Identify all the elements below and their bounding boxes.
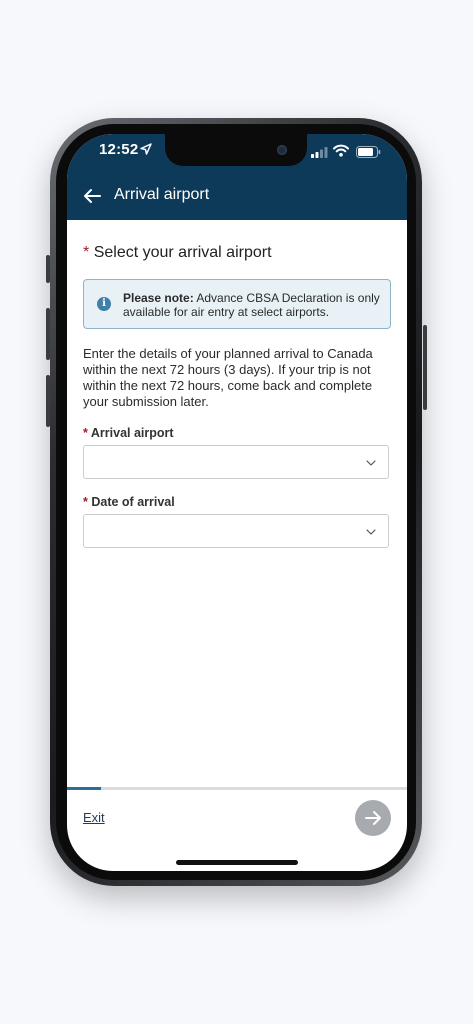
date-of-arrival-select[interactable] [83,514,389,548]
page-header-title: Arrival airport [114,186,210,203]
date-of-arrival-label-text: Date of arrival [91,495,175,509]
arrival-airport-label: * Arrival airport [83,426,174,440]
battery-icon [356,146,381,158]
note-box: i Please note: Advance CBSA Declaration … [83,279,391,329]
front-camera [277,145,287,155]
chevron-down-icon [366,460,376,466]
next-button[interactable] [355,800,391,836]
arrow-right-icon [365,811,381,825]
location-arrow-icon [140,143,152,155]
wifi-icon [333,144,349,157]
top-bar: 12:52 Arrival airport [67,134,407,220]
app-screen: 12:52 Arrival airport * Select your arri… [67,134,407,871]
note-label: Please note: [123,291,194,305]
progress-fill [67,787,101,790]
progress-bar [67,787,407,790]
volume-down-button [46,375,50,427]
stage: 12:52 Arrival airport * Select your arri… [0,0,473,1024]
note-text: Please note: Advance CBSA Declaration is… [123,291,383,319]
info-icon: i [97,297,111,311]
exit-link[interactable]: Exit [83,810,105,825]
cellular-signal-icon [311,147,328,158]
power-button [423,325,427,410]
required-marker: * [83,426,88,440]
date-of-arrival-label: * Date of arrival [83,495,175,509]
required-marker: * [83,244,90,261]
chevron-down-icon [366,529,376,535]
status-time: 12:52 [99,141,139,158]
arrival-airport-select[interactable] [83,445,389,479]
mute-switch [46,255,50,283]
page-title: * Select your arrival airport [83,244,272,262]
intro-text: Enter the details of your planned arriva… [83,346,373,409]
volume-up-button [46,308,50,360]
home-indicator [176,860,298,865]
arrow-left-icon[interactable] [83,187,101,205]
arrival-airport-label-text: Arrival airport [90,426,174,440]
required-marker: * [83,495,88,509]
notch [165,134,307,166]
page-title-text: Select your arrival airport [93,244,272,261]
